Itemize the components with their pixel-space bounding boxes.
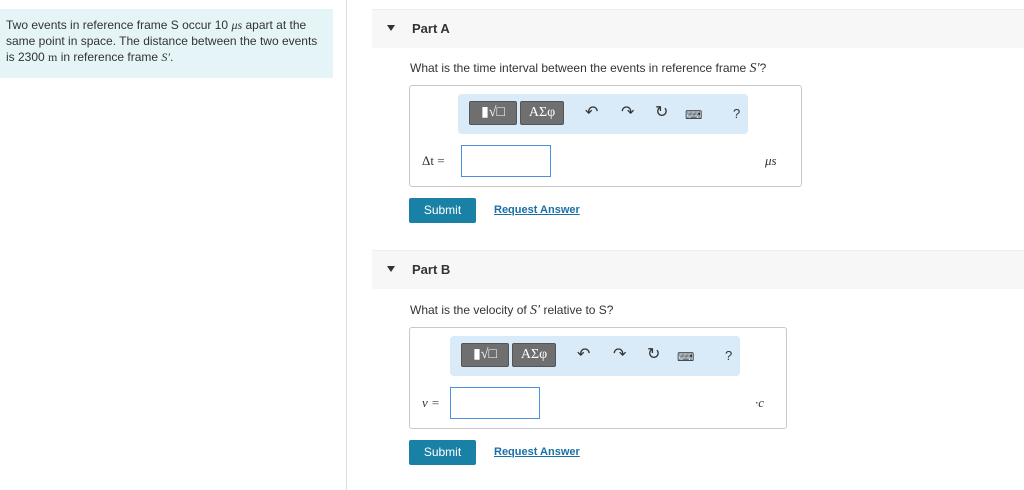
answer-unit: μs (765, 153, 777, 168)
part-b-answer-box: ▮√□ ΑΣφ ↶ ↷ ↻ ⌨ ? v = ·c (409, 327, 787, 429)
part-b-request-answer-link[interactable]: Request Answer (494, 446, 580, 458)
question-text: ? (759, 61, 767, 75)
distance-unit: m (48, 50, 58, 64)
collapse-triangle-icon[interactable] (387, 25, 395, 31)
part-a-answer-box: ▮√□ ΑΣφ ↶ ↷ ↻ ⌨ ? Δt = μs (409, 85, 802, 187)
undo-icon[interactable]: ↶ (577, 346, 590, 364)
templates-button[interactable]: ▮√□ (461, 343, 509, 367)
question-text: What is the velocity of (410, 303, 531, 317)
answer-label: Δt = (422, 153, 445, 168)
answer-unit: ·c (755, 395, 765, 410)
problem-text: . (170, 50, 174, 64)
answer-label: v = (422, 395, 440, 410)
part-a-question: What is the time interval between the ev… (410, 61, 766, 77)
math-toolbar: ▮√□ ΑΣφ ↶ ↷ ↻ ⌨ ? (450, 336, 740, 376)
part-a-header[interactable]: Part A (372, 9, 1024, 48)
collapse-triangle-icon[interactable] (387, 266, 395, 272)
frame-symbol: S′ (161, 50, 171, 64)
part-a-submit-button[interactable]: Submit (409, 198, 476, 223)
reset-icon[interactable]: ↻ (647, 346, 660, 364)
question-text: relative to S? (540, 303, 614, 317)
column-divider (346, 0, 347, 490)
part-b-header[interactable]: Part B (372, 250, 1024, 289)
templates-button[interactable]: ▮√□ (469, 101, 517, 125)
reset-icon[interactable]: ↻ (655, 104, 668, 122)
part-b-submit-button[interactable]: Submit (409, 440, 476, 465)
frame-symbol: S′ (749, 61, 760, 76)
redo-icon[interactable]: ↷ (613, 346, 626, 364)
part-a-request-answer-link[interactable]: Request Answer (494, 204, 580, 216)
greek-symbols-button[interactable]: ΑΣφ (520, 101, 564, 125)
frame-symbol: S′ (530, 303, 541, 318)
problem-text: in reference frame (57, 50, 162, 64)
undo-icon[interactable]: ↶ (585, 104, 598, 122)
part-b-question: What is the velocity of S′ relative to S… (410, 303, 613, 319)
help-button[interactable]: ? (725, 347, 732, 365)
part-a-title: Part A (412, 21, 450, 36)
question-text: What is the time interval between the ev… (410, 61, 750, 75)
answer-input[interactable] (461, 145, 551, 177)
problem-text: Two events in reference frame S occur 10 (6, 18, 232, 32)
math-toolbar: ▮√□ ΑΣφ ↶ ↷ ↻ ⌨ ? (458, 94, 748, 134)
part-b-title: Part B (412, 262, 451, 277)
help-button[interactable]: ? (733, 105, 740, 123)
problem-statement: Two events in reference frame S occur 10… (0, 9, 333, 78)
greek-symbols-button[interactable]: ΑΣφ (512, 343, 556, 367)
keyboard-icon[interactable]: ⌨ (677, 348, 694, 366)
redo-icon[interactable]: ↷ (621, 104, 634, 122)
answer-input[interactable] (450, 387, 540, 419)
time-unit: μs (231, 18, 243, 32)
keyboard-icon[interactable]: ⌨ (685, 106, 702, 124)
